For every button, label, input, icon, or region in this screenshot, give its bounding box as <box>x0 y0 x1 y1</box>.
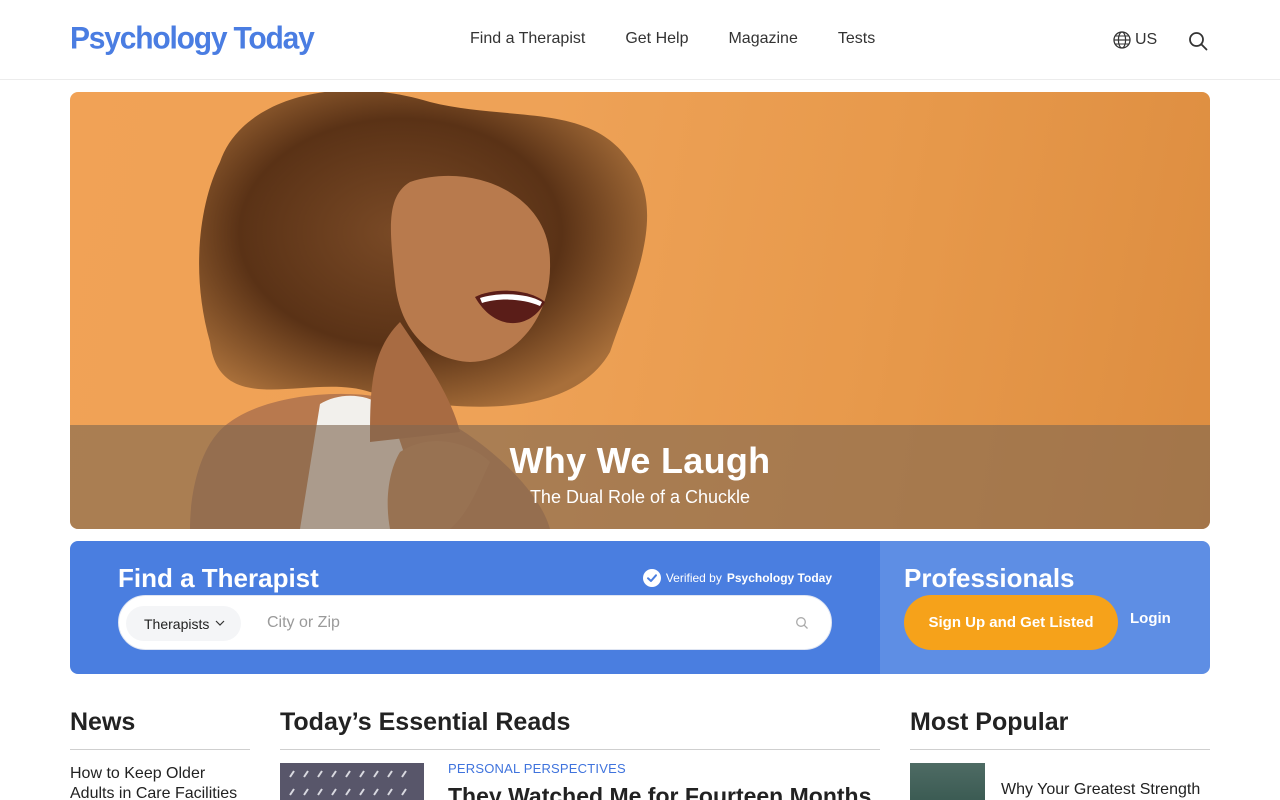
popular-item-title[interactable]: Why Your Greatest Strength <box>1001 780 1200 800</box>
chevron-down-icon <box>215 620 225 626</box>
professionals-panel: Professionals Sign Up and Get Listed Log… <box>880 541 1210 674</box>
verified-brand: Psychology Today <box>726 571 832 585</box>
locale-label: US <box>1135 31 1158 48</box>
city-zip-input[interactable] <box>267 608 767 638</box>
search-submit-icon[interactable] <box>795 616 809 630</box>
article-image <box>280 763 424 800</box>
nav-get-help[interactable]: Get Help <box>625 29 688 49</box>
nav-magazine[interactable]: Magazine <box>728 29 797 49</box>
verified-badge: Verified by Psychology Today <box>642 569 832 587</box>
essential-reads-divider <box>280 749 880 750</box>
search-icon[interactable] <box>1188 31 1208 51</box>
check-badge-icon <box>642 569 661 587</box>
hero-caption: Why We Laugh The Dual Role of a Chuckle <box>70 425 1210 529</box>
hero-subtitle: The Dual Role of a Chuckle <box>529 487 751 507</box>
news-heading[interactable]: News <box>70 707 135 737</box>
news-divider <box>70 749 250 750</box>
most-popular-heading: Most Popular <box>910 708 1069 736</box>
verified-prefix: Verified by <box>665 571 722 585</box>
provider-type-select[interactable]: Therapists <box>126 606 242 641</box>
globe-icon <box>1113 31 1131 49</box>
signup-button[interactable]: Sign Up and Get Listed <box>904 595 1118 650</box>
main-nav: Find a Therapist Get Help Magazine Tests <box>470 29 875 49</box>
essential-read-thumbnail[interactable] <box>280 763 424 800</box>
essential-read-headline[interactable]: They Watched Me for Fourteen Months <box>448 782 888 800</box>
popular-thumbnail[interactable] <box>910 763 985 800</box>
find-therapist-panel: Find a Therapist Verified by Psychology … <box>70 541 880 674</box>
most-popular-divider <box>910 749 1210 750</box>
nav-find-therapist[interactable]: Find a Therapist <box>470 29 585 49</box>
site-logo[interactable]: Psychology Today <box>70 19 315 59</box>
professionals-title: Professionals <box>904 563 1075 593</box>
find-therapist-title: Find a Therapist <box>118 563 319 593</box>
locale-selector[interactable]: US <box>1113 31 1157 49</box>
nav-tests[interactable]: Tests <box>838 29 875 49</box>
therapist-search-bar: Therapists <box>118 595 832 650</box>
essential-reads-heading[interactable]: Today’s Essential Reads <box>280 707 570 737</box>
provider-type-value: Therapists <box>144 615 210 632</box>
essential-read-category[interactable]: Personal Perspectives <box>448 761 626 776</box>
login-link[interactable]: Login <box>1130 610 1171 627</box>
site-header: Psychology Today Find a Therapist Get He… <box>0 0 1280 80</box>
news-item[interactable]: How to Keep Older Adults in Care Facilit… <box>70 764 250 800</box>
hero-banner[interactable]: Why We Laugh The Dual Role of a Chuckle <box>70 92 1210 529</box>
hero-title[interactable]: Why We Laugh <box>70 441 1210 481</box>
